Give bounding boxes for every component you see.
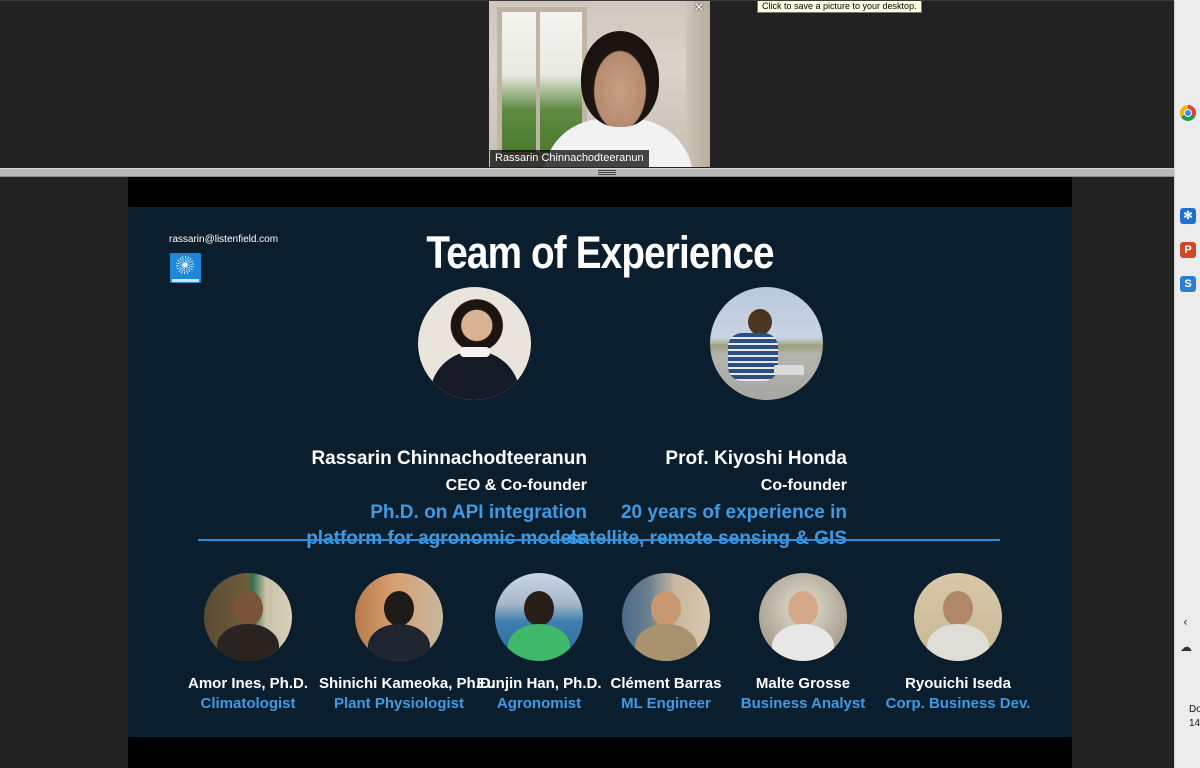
- video-background-curtain: [686, 1, 710, 167]
- member-name: Malte Grosse: [755, 675, 851, 692]
- leader-description-line: 20 years of experience in: [620, 502, 847, 523]
- chrome-icon[interactable]: [1180, 105, 1196, 121]
- save-picture-tooltip: Click to save a picture to your desktop.: [757, 1, 922, 13]
- windows-taskbar: ✻ P S ‹ ☁ Do 14: [1174, 0, 1200, 768]
- powerpoint-icon[interactable]: P: [1180, 242, 1196, 258]
- presentation-slide: rassarin@listenfield.com Team of Experie…: [128, 207, 1072, 737]
- video-person-head: [581, 31, 659, 127]
- member-avatar: [914, 573, 1002, 661]
- meeting-app: Rassarin Chinnachodteeranun × Click to s…: [0, 0, 1200, 768]
- member-name: Amor Ines, Ph.D.: [187, 675, 309, 692]
- cloud-icon[interactable]: ☁: [1180, 640, 1192, 654]
- leader-role: CEO & Co-founder: [445, 477, 587, 494]
- team-member: Amor Ines, Ph.D. Climatologist: [168, 573, 328, 712]
- leader-description-line: Ph.D. on API integration: [370, 502, 587, 523]
- member-avatar: [204, 573, 292, 661]
- snowflake-icon[interactable]: ✻: [1180, 208, 1196, 224]
- slide-title: Team of Experience: [426, 227, 774, 278]
- team-member: Malte Grosse Business Analyst: [723, 573, 883, 712]
- avatar-rassarin: [418, 287, 531, 400]
- panel-splitter[interactable]: [0, 168, 1174, 177]
- chevron-left-icon[interactable]: ‹: [1183, 615, 1188, 629]
- member-avatar: [759, 573, 847, 661]
- close-video-icon[interactable]: ×: [692, 1, 706, 15]
- member-avatar: [355, 573, 443, 661]
- section-divider: [198, 539, 1000, 541]
- team-member: Ryouichi Iseda Corp. Business Dev.: [878, 573, 1038, 712]
- member-role: Corp. Business Dev.: [885, 695, 1031, 712]
- member-name: Shinichi Kameoka, Ph.D.: [319, 675, 495, 692]
- member-avatar: [495, 573, 583, 661]
- avatar-honda: [710, 287, 823, 400]
- member-name: Ryouichi Iseda: [905, 675, 1011, 692]
- logo-wordmark: [172, 279, 199, 282]
- participant-video-tile[interactable]: Rassarin Chinnachodteeranun ×: [489, 1, 710, 167]
- leader-role: Co-founder: [760, 477, 847, 494]
- leader-name: Prof. Kiyoshi Honda: [665, 448, 847, 469]
- team-member: Clément Barras ML Engineer: [586, 573, 746, 712]
- member-name: Clément Barras: [610, 675, 722, 692]
- splitter-grip-icon[interactable]: [598, 170, 616, 176]
- team-member: Shinichi Kameoka, Ph.D. Plant Physiologi…: [319, 573, 495, 712]
- snagit-icon[interactable]: S: [1180, 276, 1196, 292]
- leader-name: Rassarin Chinnachodteeranun: [311, 448, 587, 469]
- member-role: Climatologist: [200, 695, 296, 712]
- member-role: Plant Physiologist: [333, 695, 465, 712]
- member-avatar: [622, 573, 710, 661]
- participant-name-label: Rassarin Chinnachodteeranun: [490, 150, 649, 167]
- video-strip: Rassarin Chinnachodteeranun × Click to s…: [0, 0, 1174, 169]
- screen-share-area: rassarin@listenfield.com Team of Experie…: [0, 177, 1174, 768]
- clock-fragment[interactable]: Do 14: [1189, 703, 1200, 731]
- logo-burst: [176, 256, 194, 274]
- member-role: Business Analyst: [740, 695, 866, 712]
- screen-share-frame: rassarin@listenfield.com Team of Experie…: [128, 177, 1072, 768]
- member-role: ML Engineer: [621, 695, 711, 712]
